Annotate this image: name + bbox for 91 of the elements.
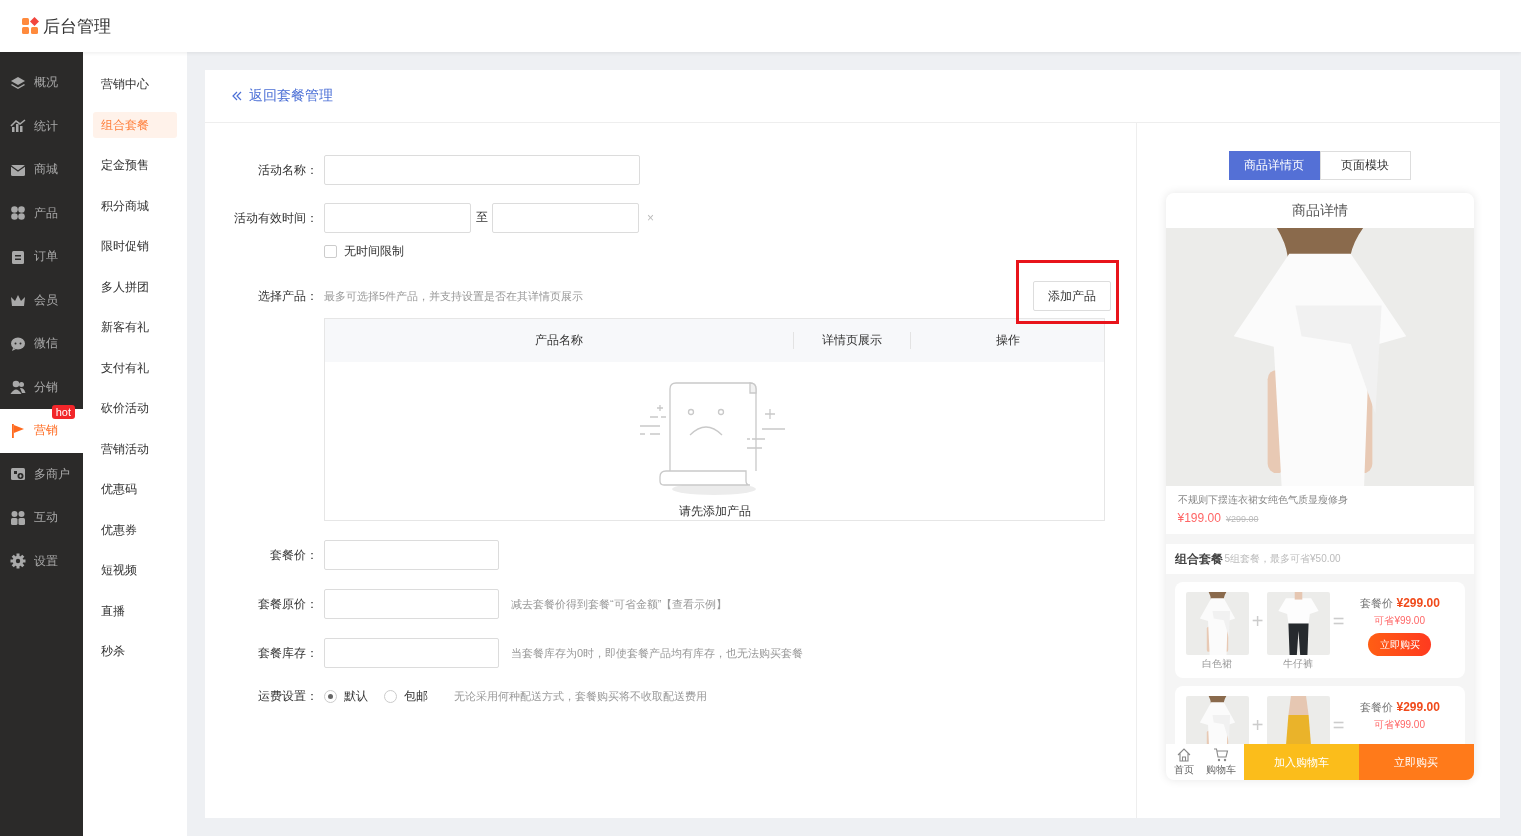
nav-item[interactable]: 微信 <box>0 322 83 366</box>
submenu-item[interactable]: 定金预售 <box>93 152 177 178</box>
field-label: 活动名称： <box>257 161 318 179</box>
equals-sign: = <box>1331 610 1346 633</box>
input-field[interactable] <box>324 638 499 668</box>
bundle-price: ¥299.00 <box>1396 700 1440 714</box>
original-price: ¥299.00 <box>1225 514 1259 524</box>
add-product-button[interactable]: 添加产品 <box>1033 281 1111 311</box>
bar-chart-icon <box>10 118 26 135</box>
field-label: 套餐原价： <box>257 595 318 613</box>
nav-item[interactable]: 统计 <box>0 104 83 148</box>
tab[interactable]: 页面模块 <box>1319 151 1411 180</box>
submenu-item[interactable]: 营销活动 <box>93 435 177 462</box>
product-name: 牛仔裤 <box>1283 657 1313 671</box>
product-name: 不规则下摆连衣裙女纯色气质显瘦修身 <box>1177 493 1349 507</box>
plus-sign: + <box>1250 714 1265 737</box>
submenu-item[interactable]: 优惠券 <box>93 516 177 543</box>
flag-icon <box>10 422 26 439</box>
chat-bubble-icon <box>10 335 26 352</box>
tab[interactable]: 商品详情页 <box>1228 151 1320 180</box>
input-field[interactable] <box>324 203 471 233</box>
field-label: 套餐价： <box>269 546 318 564</box>
price-label: 套餐价 <box>1359 700 1393 715</box>
hint-text: 无论采用何种配送方式，套餐购买将不收取配送费用 <box>454 689 707 704</box>
nav-item[interactable]: 商城 <box>0 148 83 192</box>
product-name: 白色裙 <box>1202 657 1232 671</box>
submenu-item[interactable]: 秒杀 <box>93 638 177 664</box>
double-chevron-icon <box>231 90 243 102</box>
savings-text: 可省¥99.00 <box>1374 718 1425 732</box>
field-label: 运费设置： <box>257 688 318 705</box>
storefront-icon <box>10 466 26 483</box>
nav-item[interactable]: 设置 <box>0 539 83 583</box>
input-field[interactable] <box>324 589 499 619</box>
range-separator: 至 <box>476 209 488 226</box>
input-field[interactable] <box>324 540 499 570</box>
submenu-item[interactable]: 支付有礼 <box>93 354 177 381</box>
nav-item[interactable]: 多商户 <box>0 452 83 496</box>
nav-item[interactable]: 会员 <box>0 278 83 322</box>
settings-icon <box>10 553 26 570</box>
section-title: 组合套餐 <box>1174 550 1223 568</box>
input-field[interactable] <box>492 203 639 233</box>
price-label: 套餐价 <box>1359 596 1393 611</box>
column-header: 操作 <box>910 332 1104 349</box>
clipboard-icon <box>10 248 26 265</box>
submenu-item[interactable]: 多人拼团 <box>93 273 177 300</box>
buy-button[interactable]: 立即购买 <box>1368 633 1432 656</box>
field-label: 套餐库存： <box>257 644 318 662</box>
tab-bar-item[interactable]: 首页 <box>1173 747 1194 777</box>
field-label: 选择产品： <box>257 287 318 305</box>
section-subtitle: 5组套餐，最多可省¥50.00 <box>1224 552 1341 566</box>
hint-text: 减去套餐价得到套餐“可省金额”【查看示例】 <box>511 596 728 612</box>
submenu-item[interactable]: 砍价活动 <box>93 395 177 421</box>
app-title: 后台管理 <box>43 15 111 38</box>
hot-badge: hot <box>51 405 75 419</box>
hint-text: 当套餐库存为0时，即使套餐产品均有库存，也无法购买套餐 <box>511 645 804 661</box>
submenu-item[interactable]: 短视频 <box>93 557 177 583</box>
back-link[interactable]: 返回套餐管理 <box>231 87 333 105</box>
input-field[interactable] <box>324 155 640 185</box>
plus-sign: + <box>1250 610 1265 633</box>
nav-item[interactable]: 订单 <box>0 235 83 279</box>
submenu-item[interactable]: 新客有礼 <box>93 314 177 340</box>
equals-sign: = <box>1331 714 1346 737</box>
tab-bar-item[interactable]: 购物车 <box>1205 747 1236 777</box>
product-price: ¥199.00 <box>1177 511 1221 525</box>
nav-item[interactable]: 产品 <box>0 191 83 235</box>
field-label: 活动有效时间： <box>233 209 318 227</box>
radio-label[interactable]: 包邮 <box>404 688 428 705</box>
submenu-item[interactable]: 积分商城 <box>93 192 177 219</box>
logo-icon <box>22 17 40 35</box>
submenu-item[interactable]: 直播 <box>93 597 177 624</box>
column-header: 详情页展示 <box>793 332 910 349</box>
layers-icon <box>10 74 26 91</box>
cart-icon <box>1212 747 1229 763</box>
hint-text: 最多可选择5件产品，并支持设置是否在其详情页展示 <box>324 288 584 304</box>
savings-text: 可省¥99.00 <box>1374 614 1425 628</box>
checkbox-label[interactable]: 无时间限制 <box>344 243 404 260</box>
empty-state-text: 请先添加产品 <box>678 503 751 520</box>
submenu-item[interactable]: 营销中心 <box>93 71 177 97</box>
grid-icon <box>10 205 26 222</box>
people-icon <box>10 509 26 526</box>
nav-item[interactable]: 互动 <box>0 496 83 540</box>
home-icon <box>1175 747 1192 763</box>
checkbox[interactable] <box>324 245 337 258</box>
column-header: 产品名称 <box>534 332 584 349</box>
bundle-price: ¥299.00 <box>1396 596 1440 610</box>
submenu-item[interactable]: 优惠码 <box>93 476 177 502</box>
nav-item[interactable]: 概况 <box>0 61 83 105</box>
submenu-item[interactable]: 限时促销 <box>93 233 177 259</box>
page-title: 商品详情 <box>1165 193 1474 228</box>
radio-label[interactable]: 默认 <box>344 688 368 705</box>
users-icon <box>10 379 26 396</box>
